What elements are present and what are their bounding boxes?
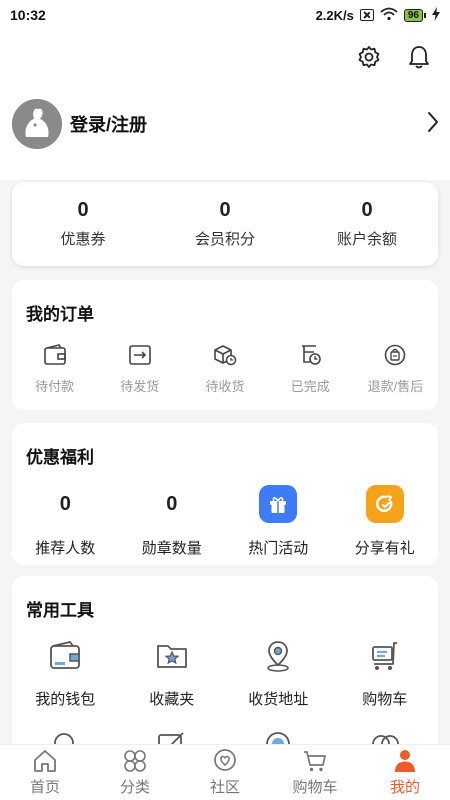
referral-count-value: 0 xyxy=(59,492,71,515)
login-row[interactable]: 登录/注册 xyxy=(12,98,440,150)
status-bar: 10:32 2.2K/s 96 xyxy=(0,0,450,30)
wallet-icon xyxy=(47,638,83,674)
order-label: 退款/售后 xyxy=(367,379,424,394)
profile-header: 登录/注册 xyxy=(0,30,450,180)
tool-shopping-cart[interactable]: 购物车 xyxy=(332,638,439,709)
tab-home[interactable]: 首页 xyxy=(0,745,90,800)
stat-label: 会员积分 xyxy=(194,231,255,248)
home-icon xyxy=(32,748,58,774)
badge-count[interactable]: 0 勋章数量 xyxy=(119,485,226,558)
profile-icon xyxy=(392,748,418,774)
stat-label: 优惠券 xyxy=(60,231,106,248)
badge-count-label: 勋章数量 xyxy=(141,540,202,557)
stat-points[interactable]: 0 会员积分 xyxy=(154,182,296,266)
tab-label: 购物车 xyxy=(292,779,338,796)
order-refund-aftersale[interactable]: 退款/售后 xyxy=(353,342,438,395)
order-status-row: 待付款 待发货 待收货 已完成 退款/售后 xyxy=(12,342,438,395)
battery-level: 96 xyxy=(403,8,423,22)
bottom-tab-bar: 首页 分类 社区 购物车 我的 xyxy=(0,744,450,800)
cart-icon xyxy=(302,748,328,774)
tool-label: 收货地址 xyxy=(248,691,309,708)
charging-icon xyxy=(432,6,440,24)
notification-bell-icon[interactable] xyxy=(406,44,432,70)
tool-label: 购物车 xyxy=(362,691,408,708)
no-sim-icon xyxy=(359,9,374,21)
stat-coupons[interactable]: 0 优惠券 xyxy=(12,182,154,266)
favorites-folder-icon xyxy=(154,638,190,674)
refund-bag-icon xyxy=(382,342,408,368)
location-pin-icon xyxy=(260,638,296,674)
status-time: 10:32 xyxy=(10,7,46,23)
order-label: 已完成 xyxy=(290,379,330,394)
battery-icon: 96 xyxy=(403,8,426,22)
section-title: 常用工具 xyxy=(26,601,94,620)
hot-activities-label: 热门活动 xyxy=(248,540,309,557)
order-label: 待发货 xyxy=(120,379,160,394)
gift-icon xyxy=(259,485,298,523)
network-speed: 2.2K/s xyxy=(315,7,354,23)
benefits-row: 0 推荐人数 0 勋章数量 热门活动 分享有礼 xyxy=(12,485,438,558)
referral-count-label: 推荐人数 xyxy=(35,540,96,557)
package-clock-icon xyxy=(212,342,238,368)
tool-shipping-address[interactable]: 收货地址 xyxy=(225,638,332,709)
tab-mine[interactable]: 我的 xyxy=(360,745,450,800)
tab-community[interactable]: 社区 xyxy=(180,745,270,800)
status-indicators: 2.2K/s 96 xyxy=(315,6,440,24)
stat-balance[interactable]: 0 账户余额 xyxy=(296,182,438,266)
stat-value: 0 xyxy=(77,199,89,221)
order-label: 待收货 xyxy=(205,379,245,394)
chevron-right-icon[interactable] xyxy=(426,111,440,138)
share-gift[interactable]: 分享有礼 xyxy=(332,485,439,558)
tab-label: 分类 xyxy=(119,779,150,796)
tab-label: 社区 xyxy=(209,779,240,796)
tab-cart[interactable]: 购物车 xyxy=(270,745,360,800)
tool-label: 收藏夹 xyxy=(149,691,195,708)
order-pending-payment[interactable]: 待付款 xyxy=(12,342,97,395)
tool-label: 我的钱包 xyxy=(35,691,96,708)
stat-label: 账户余额 xyxy=(336,231,397,248)
order-label: 待付款 xyxy=(35,379,75,394)
wifi-icon xyxy=(380,7,398,24)
tab-label: 首页 xyxy=(29,779,60,796)
my-orders-card: 我的订单 待付款 待发货 待收货 已完成 退款/售后 xyxy=(12,280,438,410)
export-box-icon xyxy=(127,342,153,368)
order-pending-shipment[interactable]: 待发货 xyxy=(97,342,182,395)
tool-favorites[interactable]: 收藏夹 xyxy=(119,638,226,709)
order-pending-receipt[interactable]: 待收货 xyxy=(182,342,267,395)
header-actions xyxy=(356,44,432,70)
badge-count-value: 0 xyxy=(166,492,178,515)
section-title: 我的订单 xyxy=(26,305,94,324)
avatar[interactable] xyxy=(12,99,62,149)
account-stats-card: 0 优惠券 0 会员积分 0 账户余额 xyxy=(12,182,438,266)
login-register-link[interactable]: 登录/注册 xyxy=(70,111,426,137)
hot-activities[interactable]: 热门活动 xyxy=(225,485,332,558)
shopping-cart-icon xyxy=(367,638,403,674)
stat-value: 0 xyxy=(219,199,231,221)
tab-label: 我的 xyxy=(389,779,420,796)
share-gift-label: 分享有礼 xyxy=(354,540,415,557)
referral-count[interactable]: 0 推荐人数 xyxy=(12,485,119,558)
share-icon xyxy=(365,485,404,523)
tool-my-wallet[interactable]: 我的钱包 xyxy=(12,638,119,709)
order-completed[interactable]: 已完成 xyxy=(268,342,353,395)
section-title: 优惠福利 xyxy=(26,448,94,467)
done-clock-icon xyxy=(297,342,323,368)
tools-row: 我的钱包 收藏夹 收货地址 购物车 xyxy=(12,638,438,709)
wallet-icon xyxy=(42,342,68,368)
community-icon xyxy=(212,748,238,774)
category-icon xyxy=(122,748,148,774)
stat-value: 0 xyxy=(361,199,373,221)
benefits-card: 优惠福利 0 推荐人数 0 勋章数量 热门活动 分享有礼 xyxy=(12,423,438,565)
tab-category[interactable]: 分类 xyxy=(90,745,180,800)
settings-gear-icon[interactable] xyxy=(356,44,382,70)
